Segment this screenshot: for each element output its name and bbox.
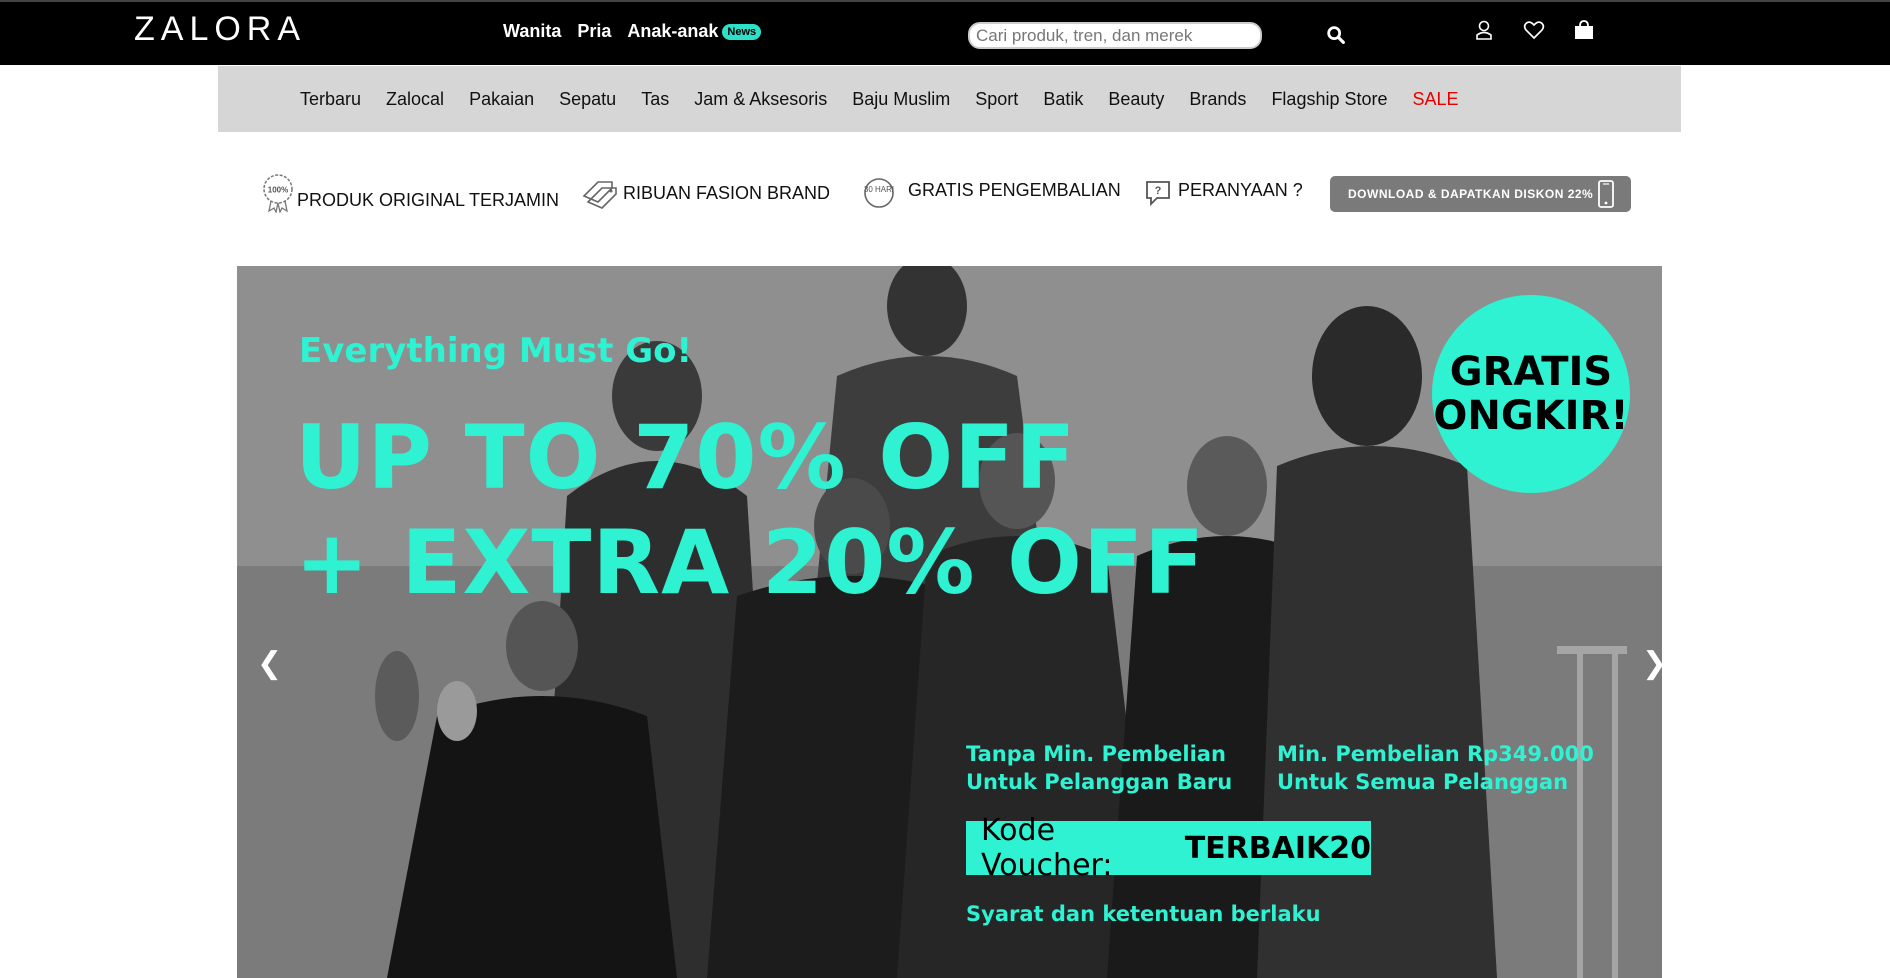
condition-all-line1: Min. Pembelian Rp349.000: [1277, 742, 1594, 766]
condition-all-customers: Min. Pembelian Rp349.000 Untuk Semua Pel…: [1277, 740, 1594, 796]
hero-headline-extra: + EXTRA 20% OFF: [295, 511, 1206, 614]
question-chat-icon: ?: [1146, 181, 1170, 207]
usp-returns-text: GRATIS PENGEMBALIAN: [908, 179, 1121, 200]
free-shipping-line2: ONGKIR!: [1433, 393, 1629, 439]
svg-text:?: ?: [1155, 185, 1162, 197]
usp-questions[interactable]: ? PERANYAAN ?: [1144, 168, 1303, 218]
hero-headline-discount: UP TO 70% OFF: [295, 406, 1077, 509]
category-sport[interactable]: Sport: [975, 89, 1018, 110]
news-badge: News: [722, 24, 762, 40]
usp-brands-text: RIBUAN FASION BRAND: [623, 182, 831, 203]
category-terbaru[interactable]: Terbaru: [300, 89, 361, 110]
download-app-label: DOWNLOAD & DAPATKAN DISKON 22%: [1348, 187, 1594, 201]
category-sepatu[interactable]: Sepatu: [559, 89, 616, 110]
condition-new-line1: Tanpa Min. Pembelian: [966, 742, 1226, 766]
shopping-bag-icon[interactable]: [1572, 18, 1596, 42]
carousel-prev-arrow[interactable]: ❮: [257, 646, 282, 681]
terms-text: Syarat dan ketentuan berlaku: [966, 902, 1321, 926]
user-icon[interactable]: [1472, 18, 1496, 42]
category-pakaian[interactable]: Pakaian: [469, 89, 534, 110]
usp-returns: 30 HARI GRATIS PENGEMBALIAN: [862, 168, 1121, 218]
top-bar: ZALORA Wanita Pria Anak-anak News: [0, 0, 1890, 65]
return-30-days-icon: 30 HARI: [864, 178, 894, 208]
account-icons: [1472, 18, 1596, 42]
usp-brands: RIBUAN FASION BRAND: [580, 168, 830, 218]
nav-anak-anak-label: Anak-anak: [627, 21, 719, 41]
hero-tagline: Everything Must Go!: [299, 331, 693, 371]
nav-anak-anak[interactable]: Anak-anak News: [627, 21, 762, 42]
category-nav: Terbaru Zalocal Pakaian Sepatu Tas Jam &…: [218, 66, 1681, 132]
nav-pria[interactable]: Pria: [577, 21, 611, 42]
price-tags-icon: [582, 181, 617, 209]
category-sale[interactable]: SALE: [1413, 89, 1459, 110]
condition-all-line2: Untuk Semua Pelanggan: [1277, 770, 1569, 794]
search-icon[interactable]: [1325, 24, 1347, 46]
original-badge-icon: 100%: [263, 174, 293, 213]
nav-wanita[interactable]: Wanita: [503, 21, 561, 42]
wishlist-heart-icon[interactable]: [1522, 18, 1546, 42]
original-badge-text: 100%: [268, 186, 288, 195]
category-beauty[interactable]: Beauty: [1108, 89, 1164, 110]
download-app-button[interactable]: DOWNLOAD & DAPATKAN DISKON 22%: [1330, 176, 1631, 212]
zalora-logo[interactable]: ZALORA: [134, 10, 306, 49]
condition-new-line2: Untuk Pelanggan Baru: [966, 770, 1233, 794]
category-batik[interactable]: Batik: [1043, 89, 1083, 110]
usp-questions-text: PERANYAAN ?: [1178, 179, 1303, 200]
voucher-code: TERBAIK20: [1184, 830, 1371, 866]
return-30-days-badge-text: 30 HARI: [864, 185, 894, 194]
voucher-label: Kode Voucher:: [981, 813, 1113, 883]
category-baju-muslim[interactable]: Baju Muslim: [852, 89, 950, 110]
condition-new-customers: Tanpa Min. Pembelian Untuk Pelanggan Bar…: [966, 740, 1232, 796]
free-shipping-circle: GRATIS ONGKIR!: [1432, 295, 1630, 493]
search-input[interactable]: [968, 22, 1262, 49]
category-jam-aksesoris[interactable]: Jam & Aksesoris: [694, 89, 827, 110]
smartphone-icon: [1598, 180, 1614, 208]
category-flagship-store[interactable]: Flagship Store: [1271, 89, 1387, 110]
category-tas[interactable]: Tas: [641, 89, 669, 110]
usp-original-text: PRODUK ORIGINAL TERJAMIN: [297, 189, 560, 210]
category-brands[interactable]: Brands: [1189, 89, 1246, 110]
voucher-code-box: Kode Voucher: TERBAIK20: [966, 813, 1371, 883]
hero-banner[interactable]: Everything Must Go! UP TO 70% OFF + EXTR…: [237, 266, 1662, 978]
gender-nav: Wanita Pria Anak-anak News: [503, 21, 762, 42]
usp-original: 100% PRODUK ORIGINAL TERJAMIN: [261, 168, 559, 218]
carousel-next-arrow[interactable]: ❯: [1642, 646, 1662, 681]
free-shipping-line1: GRATIS: [1449, 349, 1613, 395]
category-zalocal[interactable]: Zalocal: [386, 89, 444, 110]
